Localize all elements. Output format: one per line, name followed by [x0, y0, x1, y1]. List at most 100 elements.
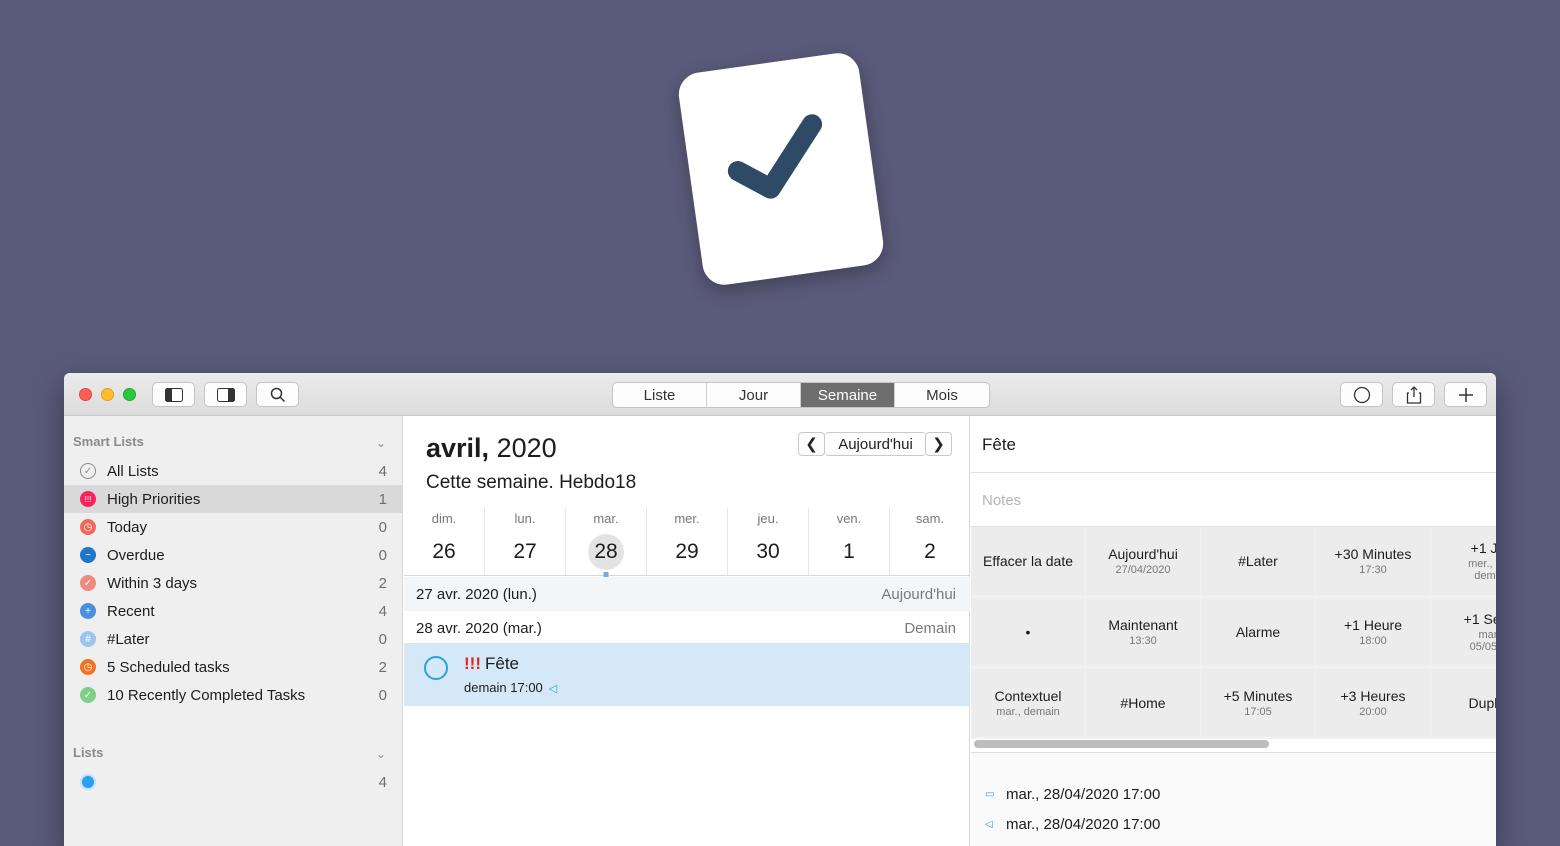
day-cell[interactable]: sam. 2	[890, 508, 970, 575]
quick-action-duplicate[interactable]: Duplic	[1431, 669, 1496, 737]
previous-week-button[interactable]: ❮	[798, 432, 825, 456]
sidebar-item-label: Overdue	[107, 546, 165, 564]
due-date-value: mar., 28/04/2020 17:00	[1006, 786, 1161, 803]
day-cell[interactable]: ven. 1	[809, 508, 890, 575]
sidebar-item-recent[interactable]: + Recent 4	[64, 597, 403, 625]
sidebar-item-later[interactable]: # #Later 0	[64, 625, 403, 653]
tab-jour[interactable]: Jour	[707, 383, 801, 407]
quick-action-sub: 05/05/2	[1469, 641, 1496, 653]
date-section-header: 27 avr. 2020 (lun.) Aujourd'hui	[404, 577, 970, 611]
list-color-dot-icon	[80, 774, 96, 790]
task-due: demain 17:00 ◁	[464, 680, 557, 695]
chevron-down-icon[interactable]: ⌄	[376, 436, 386, 450]
sidebar: Smart Lists ⌄ ✓ All Lists 4 !!! High Pri…	[64, 416, 403, 846]
quick-action-today[interactable]: Aujourd'hui 27/04/2020	[1086, 527, 1200, 595]
sidebar-item-count: 0	[378, 546, 387, 564]
quick-action-1-week[interactable]: +1 Sem mar05/05/2	[1431, 598, 1496, 666]
quick-action-dot[interactable]: •	[971, 598, 1085, 666]
calendar-panel: avril, 2020 Cette semaine. Hebdo18 ❮ Auj…	[404, 416, 970, 846]
day-cell[interactable]: mer. 29	[647, 508, 728, 575]
sidebar-item-overdue[interactable]: ~ Overdue 0	[64, 541, 403, 569]
horizontal-scrollbar[interactable]	[974, 740, 1269, 748]
month-name: avril,	[426, 433, 490, 463]
quick-action-30-minutes[interactable]: +30 Minutes 17:30	[1316, 527, 1430, 595]
sidebar-item-label: Recent	[107, 602, 155, 620]
plus-icon	[1458, 387, 1473, 402]
quick-action-label: Duplic	[1468, 695, 1496, 711]
circle-icon	[1353, 386, 1370, 403]
task-row[interactable]: !!! Fête demain 17:00 ◁	[404, 643, 970, 706]
chevron-down-icon[interactable]: ⌄	[376, 747, 386, 761]
quick-action-now[interactable]: Maintenant 13:30	[1086, 598, 1200, 666]
sidebar-item-recently-completed[interactable]: ✓ 10 Recently Completed Tasks 0	[64, 681, 403, 709]
overdue-icon: ~	[80, 547, 96, 563]
quick-action-alarm[interactable]: Alarme	[1201, 598, 1315, 666]
sidebar-item-high-priorities[interactable]: !!! High Priorities 1	[64, 485, 403, 513]
divider	[971, 472, 1496, 473]
sidebar-item-count: 2	[378, 574, 387, 592]
today-button[interactable]: Aujourd'hui	[825, 432, 926, 456]
quick-action-label: +1 Heure	[1344, 617, 1402, 633]
day-cell[interactable]: lun. 27	[485, 508, 566, 575]
sidebar-item-count: 0	[378, 518, 387, 536]
day-name: lun.	[514, 511, 536, 526]
sidebar-item-list[interactable]: 4	[64, 768, 403, 796]
close-window-button[interactable]	[79, 388, 92, 401]
day-name: mer.	[674, 511, 700, 526]
share-button[interactable]	[1392, 382, 1435, 407]
sidebar-item-all-lists[interactable]: ✓ All Lists 4	[64, 457, 403, 485]
tab-mois[interactable]: Mois	[895, 383, 989, 407]
toggle-sidebar-button[interactable]	[152, 382, 195, 407]
toggle-inspector-button[interactable]	[204, 382, 247, 407]
priority-marker: !!!	[464, 654, 481, 673]
quick-action-label: +1 Sem	[1463, 611, 1496, 627]
minimize-window-button[interactable]	[101, 388, 114, 401]
sidebar-item-label: Today	[107, 518, 148, 536]
add-task-button[interactable]	[1444, 382, 1487, 407]
search-icon	[270, 387, 285, 402]
tab-liste[interactable]: Liste	[613, 383, 707, 407]
quick-action-sub: mer., ap	[1468, 558, 1496, 570]
sidebar-item-count: 4	[378, 602, 387, 620]
check-circle-icon: ✓	[80, 463, 96, 479]
notes-field[interactable]: Notes	[982, 492, 1021, 509]
day-cell[interactable]: dim. 26	[404, 508, 485, 575]
quick-action-label: Effacer la date	[982, 553, 1074, 569]
task-complete-checkbox[interactable]	[424, 656, 448, 680]
quick-action-1-hour[interactable]: +1 Heure 18:00	[1316, 598, 1430, 666]
chevron-left-icon: ❮	[805, 436, 818, 453]
quick-action-home[interactable]: #Home	[1086, 669, 1200, 737]
section-relative-date: Demain	[904, 619, 956, 637]
sidebar-item-within-3-days[interactable]: ✓ Within 3 days 2	[64, 569, 403, 597]
quick-action-label: Aujourd'hui	[1108, 546, 1178, 562]
quick-action-5-minutes[interactable]: +5 Minutes 17:05	[1201, 669, 1315, 737]
calendar-icon: ▭	[985, 789, 995, 800]
quick-action-3-hours[interactable]: +3 Heures 20:00	[1316, 669, 1430, 737]
quick-action-1-day[interactable]: +1 Jo mer., apdema	[1431, 527, 1496, 595]
day-cell[interactable]: mar. 28	[566, 508, 647, 577]
check-icon: ✓	[80, 575, 96, 591]
next-week-button[interactable]: ❯	[925, 432, 952, 456]
day-name: ven.	[836, 511, 862, 526]
tab-semaine[interactable]: Semaine	[801, 383, 895, 407]
smart-lists-header: Smart Lists	[73, 434, 144, 449]
task-title-field[interactable]: Fête	[982, 435, 1016, 455]
day-cell[interactable]: jeu. 30	[728, 508, 809, 575]
search-button[interactable]	[256, 382, 299, 407]
due-date-row[interactable]: ▭ mar., 28/04/2020 17:00	[985, 786, 1160, 803]
complete-button[interactable]	[1340, 382, 1383, 407]
quick-action-later[interactable]: #Later	[1201, 527, 1315, 595]
alarm-date-row[interactable]: ◁ mar., 28/04/2020 17:00	[985, 816, 1160, 833]
week-day-strip: dim. 26 lun. 27 mar. 28 mer. 29 jeu. 30 ven. 1…	[404, 508, 970, 577]
quick-action-clear-date[interactable]: Effacer la date	[971, 527, 1085, 595]
task-title: !!! Fête	[464, 654, 519, 674]
quick-action-contextual[interactable]: Contextuel mar., demain	[971, 669, 1085, 737]
sidebar-item-count: 2	[378, 658, 387, 676]
quick-action-label: Contextuel	[994, 688, 1062, 704]
task-detail-panel: Fête Notes Effacer la date Aujourd'hui 27…	[971, 416, 1496, 846]
sidebar-item-today[interactable]: ◷ Today 0	[64, 513, 403, 541]
sidebar-item-scheduled[interactable]: ◷ 5 Scheduled tasks 2	[64, 653, 403, 681]
alarm-icon: ◁	[548, 683, 558, 695]
week-title: Cette semaine. Hebdo18	[426, 472, 637, 493]
zoom-window-button[interactable]	[123, 388, 136, 401]
